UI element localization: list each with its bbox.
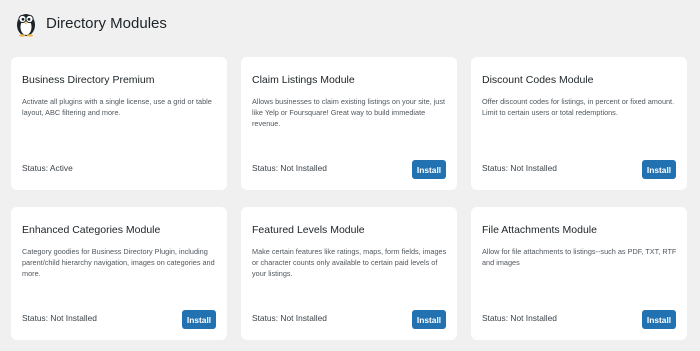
install-button[interactable]: Install [642,310,676,329]
module-card-discount-codes: Discount Codes Module Offer discount cod… [471,57,687,190]
module-card-file-attachments: File Attachments Module Allow for file a… [471,207,687,340]
install-button[interactable]: Install [182,310,216,329]
module-card-claim-listings: Claim Listings Module Allows businesses … [241,57,457,190]
module-status: Status: Not Installed [252,313,327,323]
module-description: Allows businesses to claim existing list… [252,97,446,129]
module-description: Allow for file attachments to listings--… [482,247,677,268]
module-status: Status: Not Installed [22,313,97,323]
penguin-logo-icon [17,14,35,37]
install-button[interactable]: Install [412,160,446,179]
module-status: Status: Not Installed [482,313,557,323]
module-description: Make certain features like ratings, maps… [252,247,447,279]
module-title: Claim Listings Module [252,74,355,86]
module-title: Discount Codes Module [482,74,594,86]
module-status: Status: Not Installed [252,163,327,173]
module-description: Category goodies for Business Directory … [22,247,215,279]
module-title: Featured Levels Module [252,224,365,236]
module-card-business-directory-premium: Business Directory Premium Activate all … [11,57,227,190]
module-card-featured-levels: Featured Levels Module Make certain feat… [241,207,457,340]
page-title: Directory Modules [46,14,167,32]
modules-grid: Business Directory Premium Activate all … [11,57,687,340]
module-description: Offer discount codes for listings, in pe… [482,97,675,118]
module-card-enhanced-categories: Enhanced Categories Module Category good… [11,207,227,340]
module-status: Status: Active [22,163,73,173]
install-button[interactable]: Install [412,310,446,329]
module-title: Enhanced Categories Module [22,224,161,236]
module-description: Activate all plugins with a single licen… [22,97,212,118]
install-button[interactable]: Install [642,160,676,179]
module-status: Status: Not Installed [482,163,557,173]
page-header: Directory Modules [14,8,167,38]
module-title: Business Directory Premium [22,74,155,86]
module-title: File Attachments Module [482,224,597,236]
